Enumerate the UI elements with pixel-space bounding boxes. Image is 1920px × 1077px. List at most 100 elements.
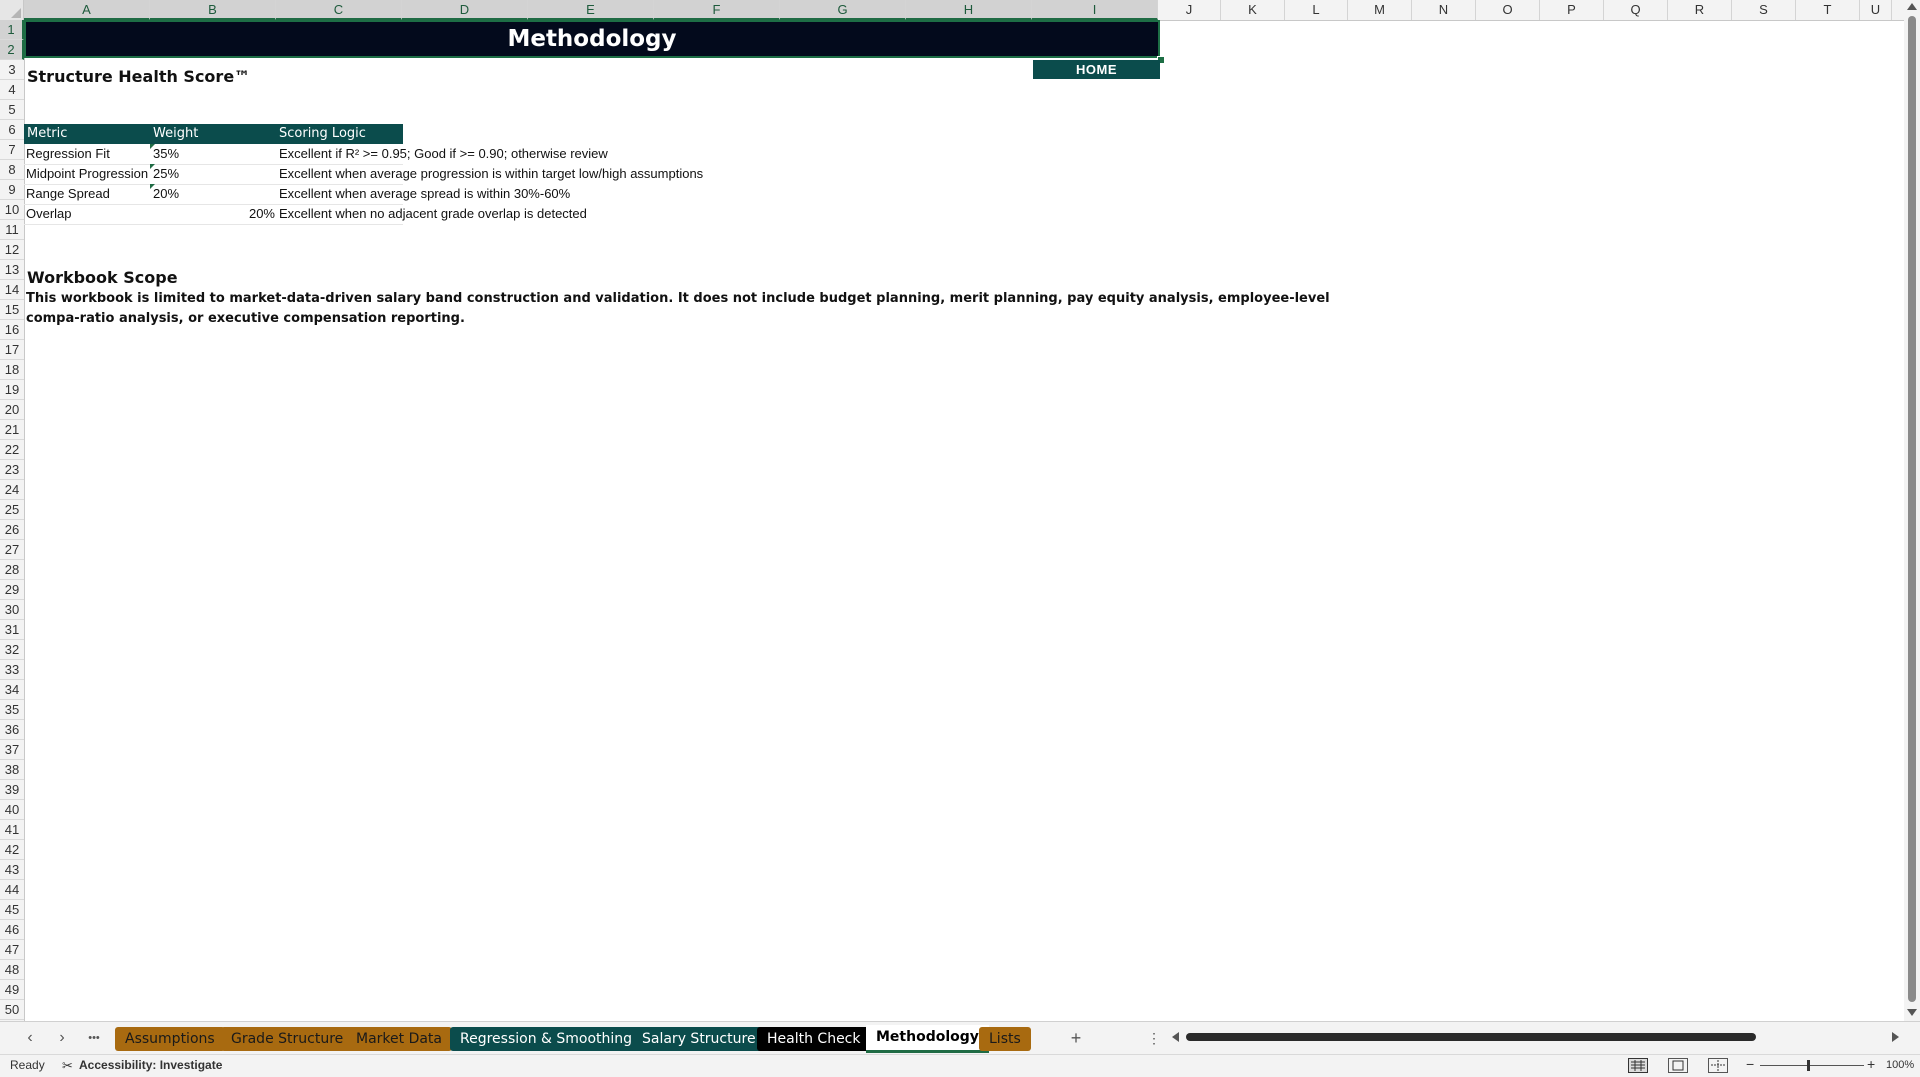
chevron-left-icon[interactable]: ‹: [20, 1028, 40, 1048]
row-header[interactable]: 39: [0, 780, 24, 800]
row-header[interactable]: 8: [0, 160, 24, 180]
column-header[interactable]: C: [276, 0, 402, 20]
table-cell-weight[interactable]: 20%: [153, 204, 275, 224]
column-header[interactable]: B: [150, 0, 276, 20]
column-header[interactable]: D: [402, 0, 528, 20]
chevron-right-icon[interactable]: ›: [52, 1028, 72, 1048]
column-header[interactable]: L: [1285, 0, 1348, 20]
row-header[interactable]: 45: [0, 900, 24, 920]
tab-market-data[interactable]: Market Data: [346, 1027, 453, 1051]
zoom-slider[interactable]: [1760, 1065, 1864, 1066]
scroll-left-icon[interactable]: [1172, 1032, 1179, 1042]
column-header[interactable]: F: [654, 0, 780, 20]
row-header[interactable]: 36: [0, 720, 24, 740]
row-header[interactable]: 18: [0, 360, 24, 380]
row-header[interactable]: 44: [0, 880, 24, 900]
row-header[interactable]: 6: [0, 120, 24, 140]
horizontal-scroll-thumb[interactable]: [1186, 1033, 1756, 1041]
column-header[interactable]: M: [1348, 0, 1412, 20]
row-header[interactable]: 21: [0, 420, 24, 440]
row-header[interactable]: 49: [0, 980, 24, 1000]
more-tabs-icon[interactable]: •••: [84, 1028, 104, 1048]
row-header[interactable]: 19: [0, 380, 24, 400]
row-header[interactable]: 25: [0, 500, 24, 520]
column-header[interactable]: A: [24, 0, 150, 20]
table-cell-metric[interactable]: Regression Fit: [26, 144, 148, 164]
zoom-level[interactable]: 100%: [1886, 1059, 1914, 1071]
zoom-out-icon[interactable]: −: [1746, 1056, 1754, 1072]
row-header[interactable]: 4: [0, 80, 24, 100]
column-header[interactable]: E: [528, 0, 654, 20]
row-header[interactable]: 37: [0, 740, 24, 760]
column-header[interactable]: P: [1540, 0, 1604, 20]
accessibility-status[interactable]: Accessibility: Investigate: [79, 1058, 222, 1072]
row-header[interactable]: 11: [0, 220, 24, 240]
row-header[interactable]: 28: [0, 560, 24, 580]
scope-text-line[interactable]: This workbook is limited to market-data-…: [26, 291, 1330, 306]
row-header[interactable]: 31: [0, 620, 24, 640]
column-header[interactable]: K: [1221, 0, 1285, 20]
row-header[interactable]: 17: [0, 340, 24, 360]
column-header[interactable]: T: [1796, 0, 1860, 20]
row-header[interactable]: 13: [0, 260, 24, 280]
home-button[interactable]: HOME: [1033, 60, 1160, 79]
sheet-grid[interactable]: Methodology HOME Structure Health Score™…: [24, 20, 1904, 1021]
row-header[interactable]: 16: [0, 320, 24, 340]
vertical-scroll-thumb[interactable]: [1908, 16, 1916, 1002]
page-layout-view-icon[interactable]: [1668, 1058, 1688, 1073]
row-header[interactable]: 47: [0, 940, 24, 960]
table-cell-metric[interactable]: Range Spread: [26, 184, 148, 204]
row-header[interactable]: 15: [0, 300, 24, 320]
column-header[interactable]: J: [1158, 0, 1221, 20]
row-header[interactable]: 33: [0, 660, 24, 680]
column-header[interactable]: O: [1476, 0, 1540, 20]
accessibility-icon[interactable]: ✂: [62, 1058, 73, 1074]
row-header[interactable]: 34: [0, 680, 24, 700]
row-header[interactable]: 41: [0, 820, 24, 840]
row-header[interactable]: 42: [0, 840, 24, 860]
row-header[interactable]: 5: [0, 100, 24, 120]
table-cell-logic[interactable]: Excellent if R² >= 0.95; Good if >= 0.90…: [279, 144, 608, 164]
row-header[interactable]: 10: [0, 200, 24, 220]
scroll-up-icon[interactable]: [1907, 3, 1917, 10]
tab-options-icon[interactable]: ⋮: [1144, 1028, 1164, 1048]
column-header[interactable]: I: [1032, 0, 1158, 20]
row-header[interactable]: 27: [0, 540, 24, 560]
row-header[interactable]: 43: [0, 860, 24, 880]
vertical-scrollbar[interactable]: [1904, 0, 1920, 1021]
row-header[interactable]: 35: [0, 700, 24, 720]
row-header[interactable]: 3: [0, 60, 24, 80]
zoom-slider-thumb[interactable]: [1807, 1060, 1810, 1071]
horizontal-scrollbar[interactable]: [1168, 1029, 1899, 1045]
add-sheet-button[interactable]: +: [1066, 1028, 1086, 1048]
column-header[interactable]: N: [1412, 0, 1476, 20]
tab-lists[interactable]: Lists: [979, 1027, 1031, 1051]
table-cell-weight[interactable]: 35%: [153, 144, 273, 164]
select-all-corner[interactable]: [0, 0, 24, 20]
row-header[interactable]: 40: [0, 800, 24, 820]
row-header[interactable]: 1: [0, 20, 24, 40]
column-header[interactable]: U: [1860, 0, 1892, 20]
table-cell-metric[interactable]: Midpoint Progression: [26, 164, 148, 184]
row-header[interactable]: 2: [0, 40, 24, 60]
scroll-right-icon[interactable]: [1892, 1032, 1899, 1042]
column-header[interactable]: G: [780, 0, 906, 20]
table-cell-weight[interactable]: 25%: [153, 164, 273, 184]
row-header[interactable]: 29: [0, 580, 24, 600]
zoom-in-icon[interactable]: +: [1867, 1056, 1875, 1072]
tab-grade-structure[interactable]: Grade Structure: [221, 1027, 354, 1051]
table-cell-logic[interactable]: Excellent when average spread is within …: [279, 184, 570, 204]
column-header[interactable]: R: [1668, 0, 1732, 20]
column-header[interactable]: S: [1732, 0, 1796, 20]
row-header[interactable]: 20: [0, 400, 24, 420]
row-header[interactable]: 46: [0, 920, 24, 940]
row-header[interactable]: 50: [0, 1000, 24, 1020]
row-header[interactable]: 30: [0, 600, 24, 620]
row-header[interactable]: 22: [0, 440, 24, 460]
normal-view-icon[interactable]: [1628, 1058, 1648, 1073]
column-header[interactable]: Q: [1604, 0, 1668, 20]
table-cell-logic[interactable]: Excellent when no adjacent grade overlap…: [279, 204, 587, 224]
row-header[interactable]: 23: [0, 460, 24, 480]
tab-salary-structure[interactable]: Salary Structure: [632, 1027, 766, 1051]
tab-assumptions[interactable]: Assumptions: [115, 1027, 225, 1051]
